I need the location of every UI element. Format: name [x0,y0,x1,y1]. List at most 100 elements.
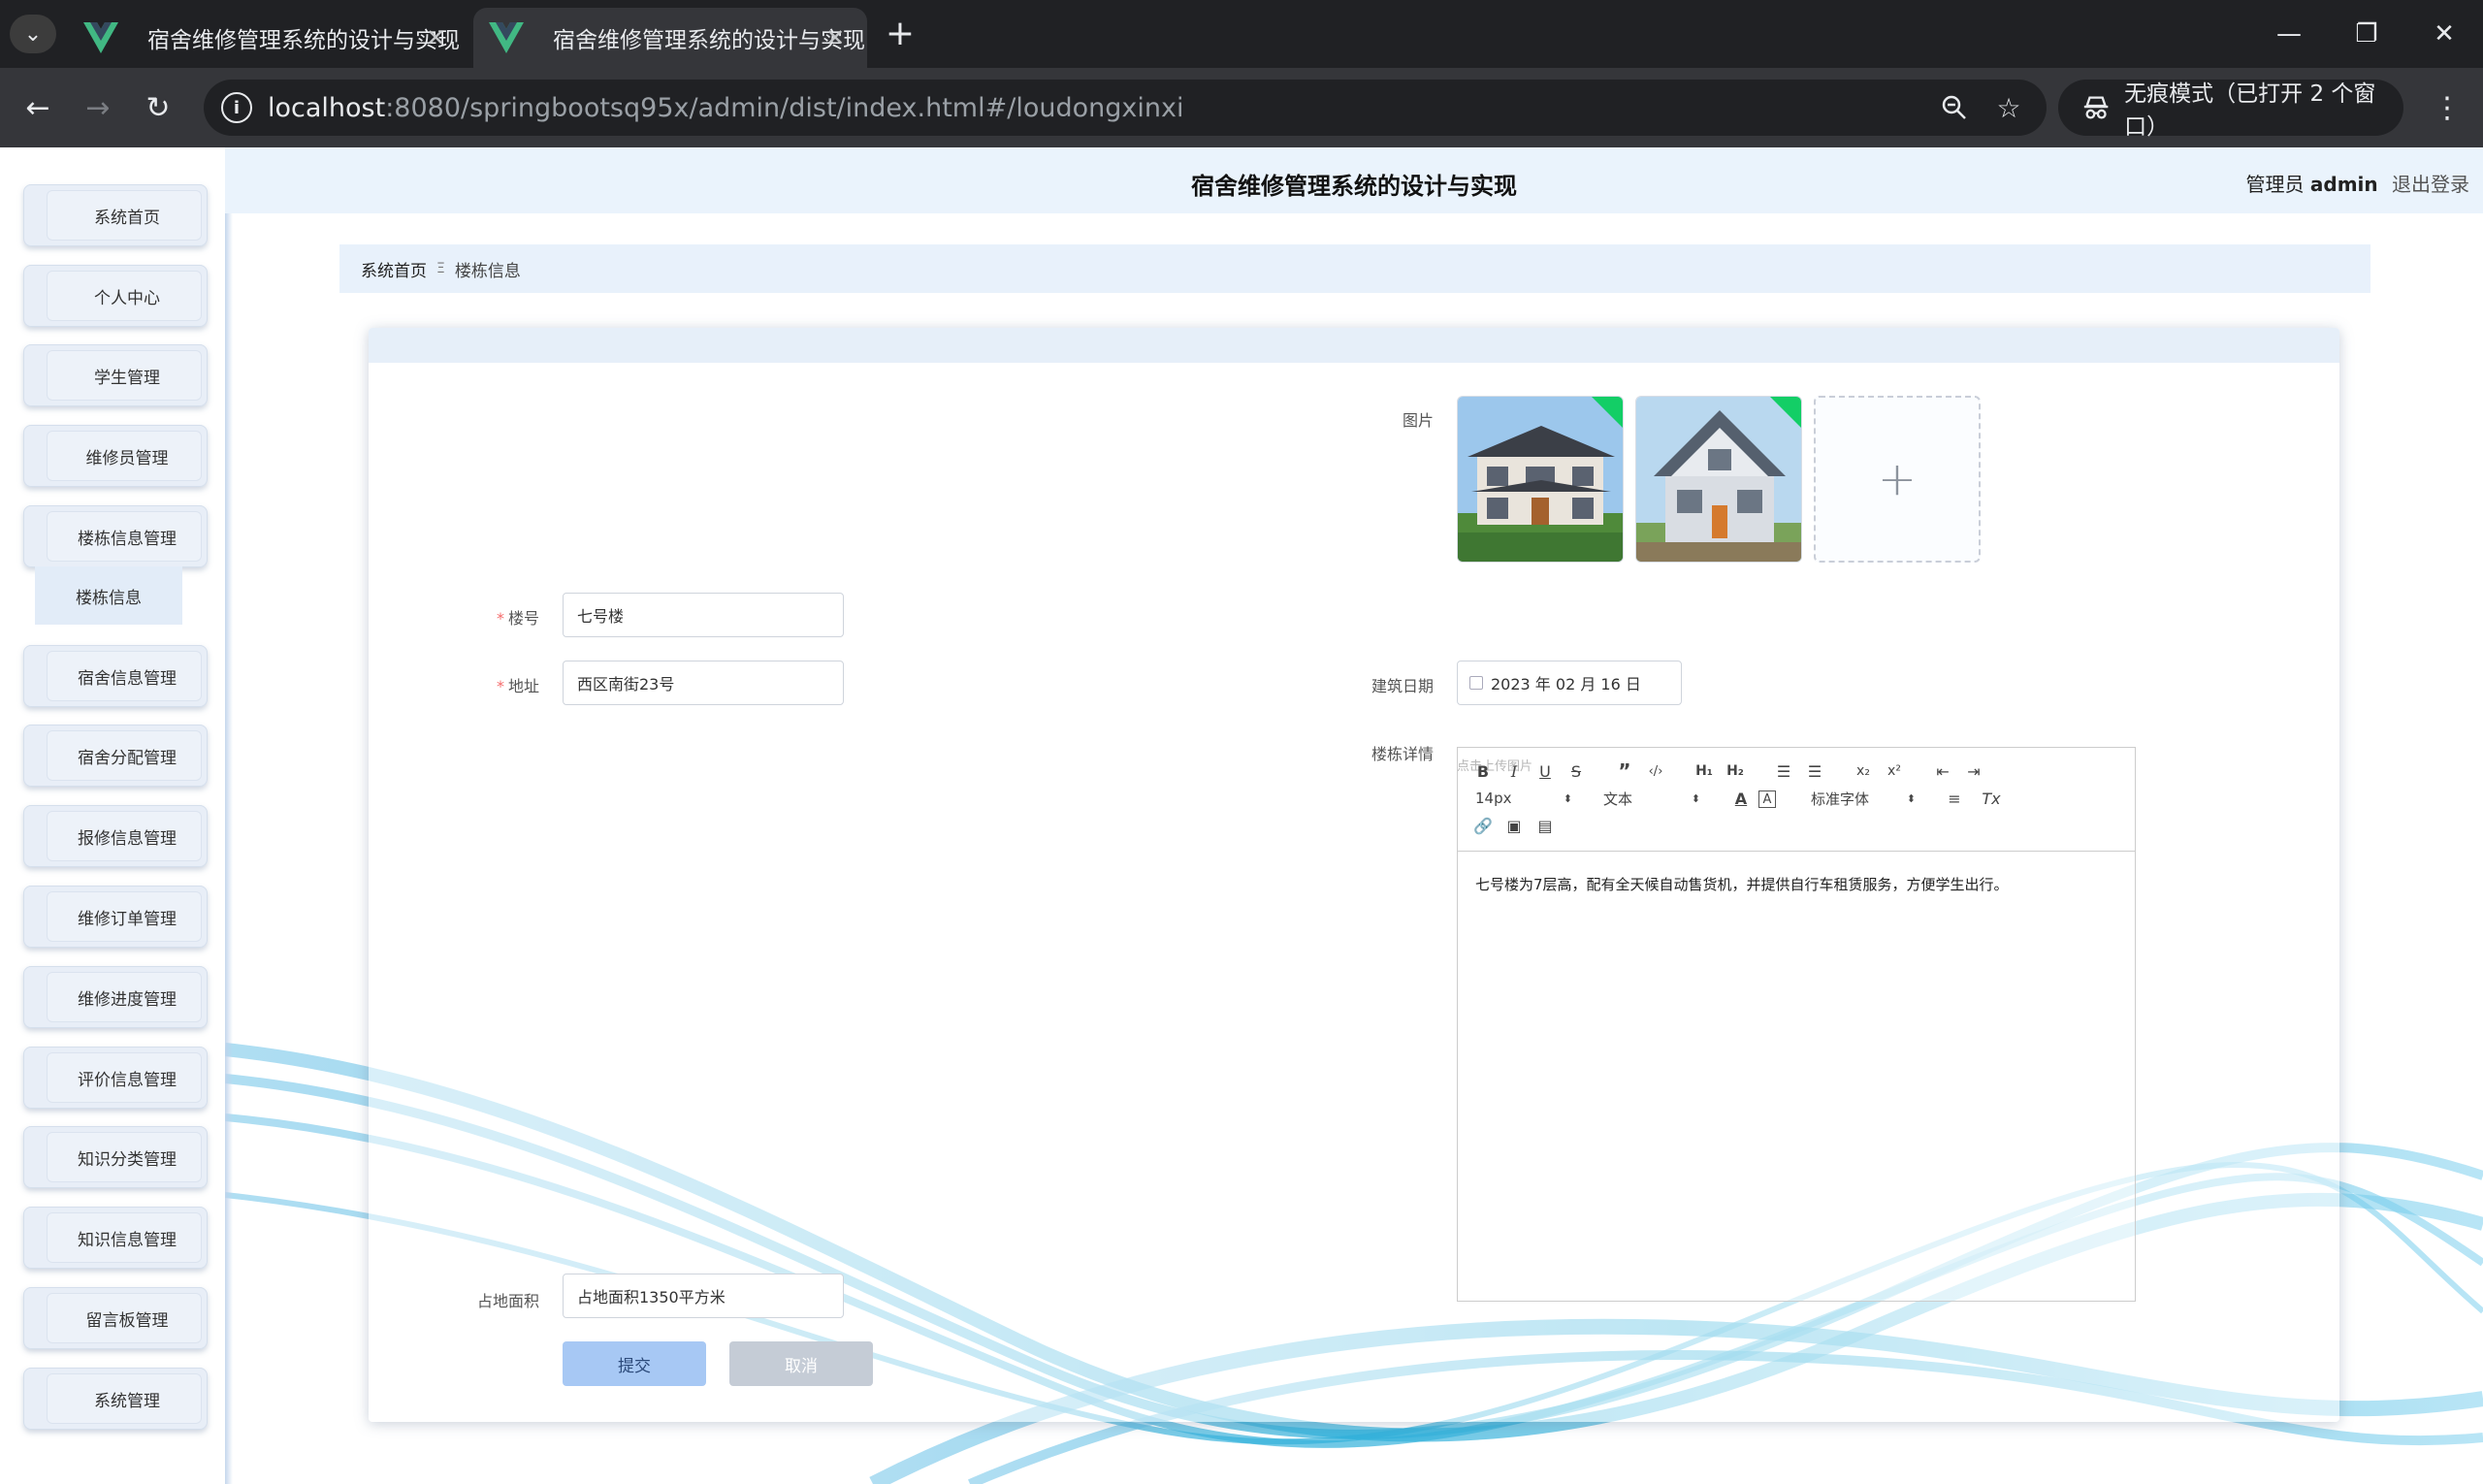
sidebar-subitem-building-info[interactable]: 楼栋信息 [35,566,182,625]
bookmark-star-icon[interactable]: ☆ [1990,89,2027,126]
breadcrumb-current: 楼栋信息 [454,261,521,281]
link-icon[interactable]: 🔗 [1471,814,1495,837]
sidebar-item-repair-progress[interactable]: 维修进度管理 [23,966,208,1028]
close-icon: ✕ [2434,19,2455,48]
incognito-indicator[interactable]: 无痕模式（已打开 2 个窗口） [2058,80,2403,140]
breadcrumb-home[interactable]: 系统首页 [361,257,427,281]
heading1-icon[interactable]: H₁ [1693,759,1716,783]
area-label: 占地面积 [476,1292,539,1310]
tab-search-button[interactable]: ⌄ [10,15,56,53]
site-info-icon[interactable]: i [221,92,252,123]
browser-tab-1[interactable]: 宿舍维修管理系统的设计与实现 ✕ [68,8,468,68]
code-block-icon[interactable]: ‹/› [1644,759,1667,783]
zoom-icon[interactable] [1936,89,1973,126]
browser-toolbar: ← → ↻ i localhost:8080/springbootsq95x/a… [0,68,2483,147]
calendar-icon [1469,676,1483,690]
sidebar-item-dorm-allocation[interactable]: 宿舍分配管理 [23,725,208,787]
card-header [369,328,2339,363]
sidebar-item-students[interactable]: 学生管理 [23,344,208,406]
sidebar-item-home[interactable]: 系统首页 [23,184,208,246]
upload-add-button[interactable]: + [1814,396,1981,563]
underline-icon[interactable]: U [1533,759,1557,783]
app-header: 宿舍维修管理系统的设计与实现 管理员 admin 退出登录 [225,147,2483,213]
rich-text-editor[interactable]: B I U S ” ‹/› H₁ H₂ ☰ ☰ x₂ x² ⇤ ⇥ 14px ⬍ … [1457,747,2136,1302]
breadcrumb-separator: Ξ [436,261,445,276]
font-family-picker[interactable]: 标准字体 ⬍ [1811,787,1916,810]
building-no-input[interactable]: 七号楼 [563,593,844,637]
editor-content[interactable]: 七号楼为7层高，配有全天候自动售货机，并提供自行车租赁服务，方便学生出行。 [1475,874,2009,894]
breadcrumb: 系统首页 Ξ 楼栋信息 [339,244,2370,293]
plus-icon: + [1877,452,1918,506]
address-input[interactable]: 西区南街23号 [563,661,844,705]
reload-icon: ↻ [145,90,171,125]
sidebar-item-profile[interactable]: 个人中心 [23,265,208,327]
blockquote-icon[interactable]: ” [1613,759,1636,783]
subscript-icon[interactable]: x₂ [1852,759,1875,783]
sidebar-item-buildings[interactable]: 楼栋信息管理 [23,505,208,567]
picture-label: 图片 [1402,411,1434,430]
arrow-right-icon: → [85,90,111,125]
uploaded-image-1[interactable] [1457,396,1624,563]
indent-icon[interactable]: ⇥ [1962,759,1985,783]
restore-button[interactable]: ❐ [2338,10,2396,58]
arrow-left-icon: ← [25,90,50,125]
picker-arrows-icon: ⬍ [1691,791,1700,805]
browser-tab-2[interactable]: 宿舍维修管理系统的设计与实现 ✕ [473,8,867,68]
sidebar-item-repairers[interactable]: 维修员管理 [23,425,208,487]
build-date-picker[interactable]: 2023 年 02 月 16 日 [1457,661,1682,705]
detail-label: 楼栋详情 [1370,745,1434,763]
align-icon[interactable]: ≡ [1943,787,1966,810]
sidebar-item-system[interactable]: 系统管理 [23,1368,208,1430]
incognito-label: 无痕模式（已打开 2 个窗口） [2124,81,2376,140]
background-color-icon[interactable]: A [1758,790,1776,808]
incognito-icon [2083,96,2109,119]
sidebar-item-knowledge-info[interactable]: 知识信息管理 [23,1207,208,1269]
tab-close-icon[interactable]: ✕ [419,21,452,54]
image-icon[interactable]: ▣ [1502,814,1526,837]
url-text[interactable]: localhost:8080/springbootsq95x/admin/dis… [268,93,1183,123]
building-no-label: * 楼号 [496,609,539,628]
submit-button[interactable]: 提交 [563,1341,706,1386]
close-window-button[interactable]: ✕ [2415,10,2473,58]
editor-toolbar: B I U S ” ‹/› H₁ H₂ ☰ ☰ x₂ x² ⇤ ⇥ 14px ⬍ … [1458,748,2135,852]
heading2-icon[interactable]: H₂ [1724,759,1747,783]
strikethrough-icon[interactable]: S [1564,759,1588,783]
sidebar-item-message-board[interactable]: 留言板管理 [23,1287,208,1349]
superscript-icon[interactable]: x² [1883,759,1906,783]
restore-icon: ❐ [2355,19,2378,48]
clear-format-icon[interactable]: Tx [1980,787,2003,810]
forward-button[interactable]: → [76,85,120,130]
area-input[interactable]: 占地面积1350平方米 [563,1274,844,1318]
outdent-icon[interactable]: ⇤ [1931,759,1954,783]
address-bar[interactable]: i localhost:8080/springbootsq95x/admin/d… [204,80,2047,136]
upload-success-badge [1592,397,1623,428]
sidebar-item-knowledge-categories[interactable]: 知识分类管理 [23,1126,208,1188]
bold-icon[interactable]: B [1471,759,1495,783]
italic-icon[interactable]: I [1502,759,1526,783]
minimize-icon: — [2276,19,2302,48]
bullet-list-icon[interactable]: ☰ [1803,759,1826,783]
font-size-picker[interactable]: 14px ⬍ [1475,787,1572,810]
build-date-label: 建筑日期 [1370,677,1434,695]
plus-icon: + [885,13,916,53]
sidebar-item-repair-requests[interactable]: 报修信息管理 [23,805,208,867]
header-picker[interactable]: 文本 ⬍ [1603,787,1700,810]
reload-button[interactable]: ↻ [136,85,180,130]
sidebar-item-dorms[interactable]: 宿舍信息管理 [23,645,208,707]
vue-logo-icon [489,22,524,53]
back-button[interactable]: ← [16,85,60,130]
ordered-list-icon[interactable]: ☰ [1772,759,1795,783]
sidebar-item-repair-orders[interactable]: 维修订单管理 [23,886,208,948]
vue-logo-icon [83,22,118,53]
browser-menu-button[interactable]: ⋮ [2425,85,2469,130]
new-tab-button[interactable]: + [881,13,919,53]
tab-close-icon[interactable]: ✕ [819,21,852,54]
minimize-button[interactable]: — [2260,10,2318,58]
sidebar-item-reviews[interactable]: 评价信息管理 [23,1047,208,1109]
cancel-button[interactable]: 取消 [729,1341,873,1386]
uploaded-image-2[interactable] [1635,396,1802,563]
text-color-icon[interactable]: A [1729,787,1753,810]
logout-link[interactable]: 退出登录 [2392,173,2469,196]
tab-title: 宿舍维修管理系统的设计与实现 [147,28,460,53]
video-icon[interactable]: ▤ [1533,814,1557,837]
